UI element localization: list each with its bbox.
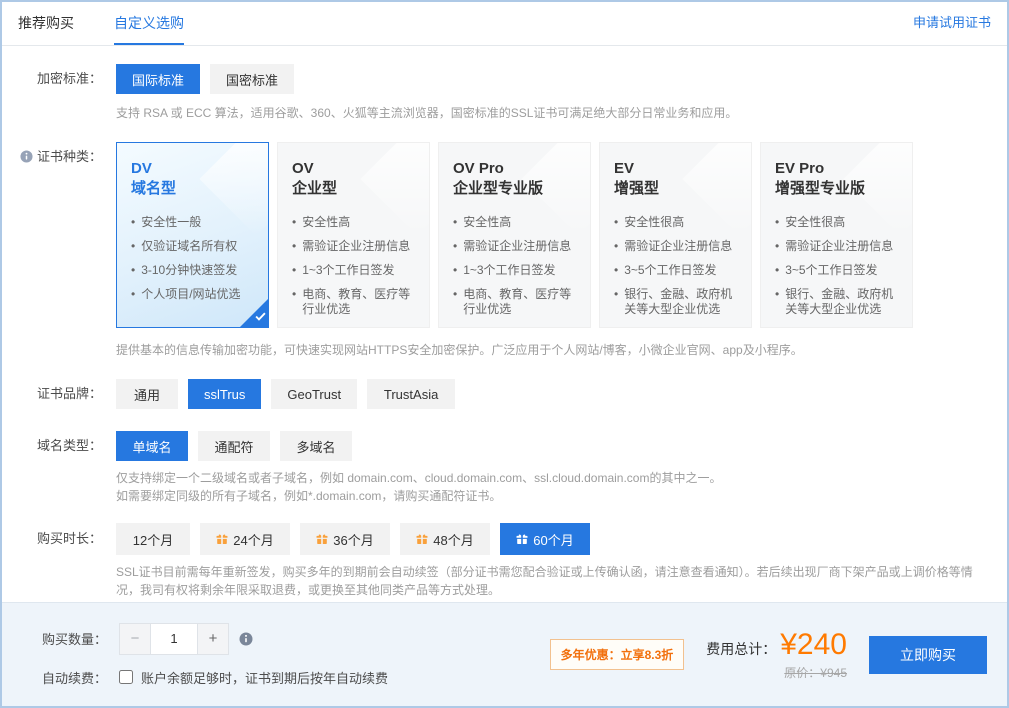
tab-custom[interactable]: 自定义选购	[114, 2, 184, 45]
card-title: OV Pro	[453, 159, 576, 179]
cert-card-ov-pro[interactable]: OV Pro 企业型专业版 安全性高 需验证企业注册信息 1~3个工作日签发 电…	[438, 142, 591, 328]
card-title: EV Pro	[775, 159, 898, 179]
brand-option-geotrust[interactable]: GeoTrust	[271, 379, 357, 409]
buy-now-button[interactable]: 立即购买	[869, 636, 987, 674]
card-title: DV	[131, 159, 254, 179]
card-feature: 银行、金融、政府机关等大型企业优选	[614, 287, 737, 317]
ssl-purchase-panel: 推荐购买 自定义选购 申请试用证书 加密标准： 国际标准 国密标准 支持 RSA…	[0, 0, 1009, 708]
duration-option-24[interactable]: 24个月	[200, 523, 290, 555]
domain-option-multi[interactable]: 多域名	[280, 431, 352, 461]
cert-card-ov[interactable]: OV 企业型 安全性高 需验证企业注册信息 1~3个工作日签发 电商、教育、医疗…	[277, 142, 430, 328]
duration-option-12[interactable]: 12个月	[116, 523, 190, 555]
card-feature: 个人项目/网站优选	[131, 287, 254, 302]
duration-option-label: 60个月	[533, 530, 573, 549]
duration-option-label: 48个月	[433, 530, 473, 549]
total-price: ¥240	[780, 629, 847, 661]
cert-card-dv[interactable]: DV 域名型 安全性一般 仅验证域名所有权 3-10分钟快速签发 个人项目/网站…	[116, 142, 269, 328]
cert-card-ev-pro[interactable]: EV Pro 增强型专业版 安全性很高 需验证企业注册信息 3~5个工作日签发 …	[760, 142, 913, 328]
tab-recommended[interactable]: 推荐购买	[18, 2, 74, 45]
domain-type-description-line2: 如需要绑定同级的所有子域名，例如*.domain.com，请购买通配符证书。	[116, 487, 991, 505]
quantity-label: 购买数量：	[22, 629, 107, 648]
purchase-footer: 购买数量： − + 自动续费： 账户余额足够时，证书到期后按年自动续费 多年优惠…	[2, 602, 1007, 706]
info-icon[interactable]	[20, 150, 33, 163]
domain-option-wildcard[interactable]: 通配符	[198, 431, 270, 461]
brand-option-generic[interactable]: 通用	[116, 379, 178, 409]
domain-type-section: 域名类型： 单域名 通配符 多域名 仅支持绑定一个二级域名或者子域名，例如 do…	[2, 431, 991, 505]
duration-option-60[interactable]: 60个月	[500, 523, 590, 555]
duration-label: 购买时长：	[2, 523, 102, 599]
card-feature: 需验证企业注册信息	[614, 239, 737, 254]
card-subtitle: 域名型	[131, 179, 254, 199]
card-feature: 电商、教育、医疗等行业优选	[292, 287, 415, 317]
total-block: 费用总计： ¥240 原价：¥945	[706, 629, 847, 681]
duration-option-label: 36个月	[333, 530, 373, 549]
card-feature: 银行、金融、政府机关等大型企业优选	[775, 287, 898, 317]
card-feature: 安全性高	[453, 215, 576, 230]
card-subtitle: 企业型	[292, 179, 415, 199]
card-title: OV	[292, 159, 415, 179]
gift-icon	[516, 533, 528, 545]
card-feature: 需验证企业注册信息	[775, 239, 898, 254]
card-feature: 3~5个工作日签发	[614, 263, 737, 278]
card-feature: 需验证企业注册信息	[292, 239, 415, 254]
card-subtitle: 增强型专业版	[775, 179, 898, 199]
brand-option-trustasia[interactable]: TrustAsia	[367, 379, 455, 409]
cert-type-label-text: 证书种类：	[37, 149, 102, 164]
cert-card-ev[interactable]: EV 增强型 安全性很高 需验证企业注册信息 3~5个工作日签发 银行、金融、政…	[599, 142, 752, 328]
card-title: EV	[614, 159, 737, 179]
card-feature: 需验证企业注册信息	[453, 239, 576, 254]
card-feature: 安全性高	[292, 215, 415, 230]
card-feature: 1~3个工作日签发	[453, 263, 576, 278]
main-content: 加密标准： 国际标准 国密标准 支持 RSA 或 ECC 算法，适用谷歌、360…	[2, 46, 1007, 602]
encryption-section: 加密标准： 国际标准 国密标准 支持 RSA 或 ECC 算法，适用谷歌、360…	[2, 64, 991, 122]
quantity-decrease-button[interactable]: −	[120, 624, 150, 654]
duration-option-label: 24个月	[233, 530, 273, 549]
tab-bar: 推荐购买 自定义选购 申请试用证书	[2, 2, 1007, 46]
total-label: 费用总计：	[706, 639, 776, 659]
duration-option-36[interactable]: 36个月	[300, 523, 390, 555]
duration-section: 购买时长： 12个月 24个月 36个月 48个月	[2, 523, 991, 599]
card-feature: 仅验证域名所有权	[131, 239, 254, 254]
auto-renew-checkbox[interactable]	[119, 670, 133, 684]
gift-icon	[316, 533, 328, 545]
domain-option-single[interactable]: 单域名	[116, 431, 188, 461]
encryption-option-international[interactable]: 国际标准	[116, 64, 200, 94]
quantity-input[interactable]	[150, 624, 198, 654]
quantity-info-icon[interactable]	[239, 632, 252, 645]
encryption-option-national[interactable]: 国密标准	[210, 64, 294, 94]
cert-type-label: 证书种类：	[2, 142, 102, 359]
cert-type-section: 证书种类： DV 域名型 安全性一般 仅验证域名所有权 3-10分钟快速签发 个…	[2, 142, 991, 359]
quantity-increase-button[interactable]: +	[198, 624, 228, 654]
encryption-description: 支持 RSA 或 ECC 算法，适用谷歌、360、火狐等主流浏览器，国密标准的S…	[116, 104, 991, 122]
multi-year-discount-badge: 多年优惠：立享8.3折	[550, 639, 685, 670]
duration-description: SSL证书目前需每年重新签发，购买多年的到期前会自动续签（部分证书需您配合验证或…	[116, 563, 976, 599]
trial-certificate-link[interactable]: 申请试用证书	[913, 2, 991, 45]
brand-section: 证书品牌： 通用 sslTrus GeoTrust TrustAsia	[2, 379, 991, 409]
card-feature: 安全性很高	[614, 215, 737, 230]
selected-check-icon	[239, 298, 269, 328]
card-feature: 电商、教育、医疗等行业优选	[453, 287, 576, 317]
auto-renew-label: 自动续费：	[22, 668, 107, 687]
card-feature: 3-10分钟快速签发	[131, 263, 254, 278]
card-feature: 安全性一般	[131, 215, 254, 230]
card-feature: 3~5个工作日签发	[775, 263, 898, 278]
quantity-stepper: − +	[119, 623, 229, 655]
duration-option-48[interactable]: 48个月	[400, 523, 490, 555]
card-subtitle: 企业型专业版	[453, 179, 576, 199]
card-feature: 1~3个工作日签发	[292, 263, 415, 278]
original-price: 原价：¥945	[784, 664, 847, 681]
domain-type-label: 域名类型：	[2, 431, 102, 505]
cert-type-description: 提供基本的信息传输加密功能，可快速实现网站HTTPS安全加密保护。广泛应用于个人…	[116, 341, 991, 359]
card-subtitle: 增强型	[614, 179, 737, 199]
domain-type-description-line1: 仅支持绑定一个二级域名或者子域名，例如 domain.com、cloud.dom…	[116, 469, 991, 487]
gift-icon	[416, 533, 428, 545]
card-feature: 安全性很高	[775, 215, 898, 230]
gift-icon	[216, 533, 228, 545]
auto-renew-text: 账户余额足够时，证书到期后按年自动续费	[141, 668, 388, 687]
encryption-label: 加密标准：	[2, 64, 102, 122]
brand-option-ssltrus[interactable]: sslTrus	[188, 379, 261, 409]
brand-label: 证书品牌：	[2, 379, 102, 409]
